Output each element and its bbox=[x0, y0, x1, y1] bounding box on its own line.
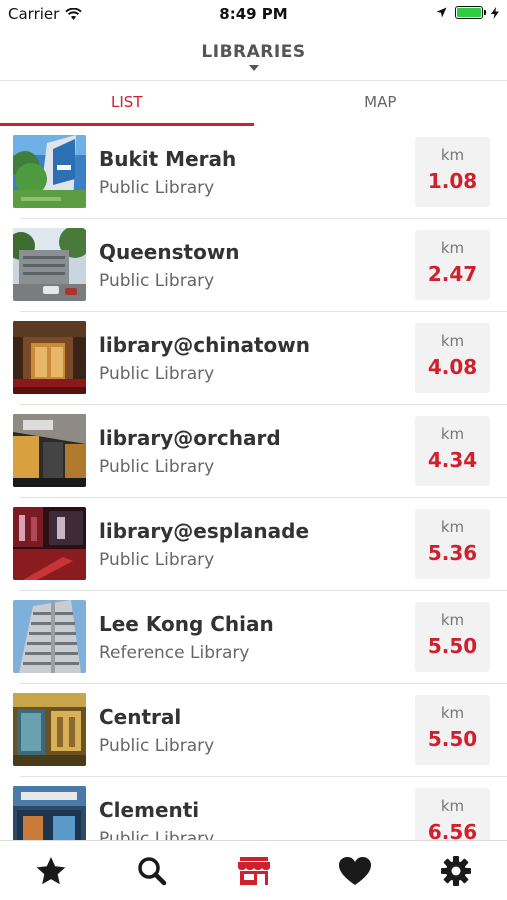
distance-unit: km bbox=[440, 611, 465, 629]
status-time: 8:49 PM bbox=[219, 5, 288, 23]
distance-badge: km 5.50 bbox=[415, 602, 490, 672]
location-arrow-icon bbox=[436, 7, 447, 18]
distance-unit: km bbox=[440, 332, 465, 350]
library-type: Public Library bbox=[99, 364, 215, 384]
distance-value: 6.56 bbox=[427, 820, 478, 840]
library-name: library@orchard bbox=[99, 426, 281, 450]
library-type: Public Library bbox=[99, 457, 215, 477]
distance-value: 5.36 bbox=[427, 541, 478, 565]
library-name: Queenstown bbox=[99, 240, 240, 264]
library-row-central[interactable]: Central Public Library km 5.50 bbox=[0, 684, 507, 777]
view-tabs: LIST MAP bbox=[0, 80, 507, 126]
page-title[interactable]: LIBRARIES bbox=[0, 42, 507, 62]
library-row-clementi[interactable]: Clementi Public Library km 6.56 bbox=[0, 777, 507, 840]
distance-unit: km bbox=[440, 239, 465, 257]
library-row-esplanade[interactable]: library@esplanade Public Library km 5.36 bbox=[0, 498, 507, 591]
search-icon[interactable] bbox=[136, 855, 168, 887]
library-row-queenstown[interactable]: Queenstown Public Library km 2.47 bbox=[0, 219, 507, 312]
distance-value: 4.08 bbox=[427, 355, 478, 379]
library-name: Central bbox=[99, 705, 182, 729]
library-thumbnail bbox=[13, 414, 86, 487]
library-list[interactable]: Bukit Merah Public Library km 1.08 Queen bbox=[0, 126, 507, 840]
status-right bbox=[436, 6, 499, 19]
distance-badge: km 5.36 bbox=[415, 509, 490, 579]
distance-badge: km 2.47 bbox=[415, 230, 490, 300]
distance-value: 5.50 bbox=[427, 727, 478, 751]
battery-icon bbox=[455, 6, 486, 19]
distance-unit: km bbox=[440, 518, 465, 536]
header[interactable]: LIBRARIES bbox=[0, 42, 507, 71]
library-row-orchard[interactable]: library@orchard Public Library km 4.34 bbox=[0, 405, 507, 498]
library-type: Public Library bbox=[99, 271, 215, 291]
library-name: library@chinatown bbox=[99, 333, 310, 357]
charging-bolt-icon bbox=[491, 6, 499, 19]
tab-settings[interactable] bbox=[406, 841, 507, 900]
distance-badge: km 6.56 bbox=[415, 788, 490, 840]
library-type: Public Library bbox=[99, 736, 215, 756]
library-thumbnail bbox=[13, 228, 86, 301]
library-name: Bukit Merah bbox=[99, 147, 237, 171]
distance-unit: km bbox=[440, 146, 465, 164]
library-type: Public Library bbox=[99, 829, 215, 840]
distance-unit: km bbox=[440, 704, 465, 722]
distance-badge: km 1.08 bbox=[415, 137, 490, 207]
library-row-bukit-merah[interactable]: Bukit Merah Public Library km 1.08 bbox=[0, 126, 507, 219]
library-type: Public Library bbox=[99, 550, 215, 570]
distance-badge: km 4.34 bbox=[415, 416, 490, 486]
status-bar: Carrier 8:49 PM bbox=[0, 0, 507, 28]
tab-libraries[interactable] bbox=[203, 841, 304, 900]
library-thumbnail bbox=[13, 135, 86, 208]
gear-icon[interactable] bbox=[440, 855, 472, 887]
battery-fill bbox=[457, 8, 481, 17]
library-name: library@esplanade bbox=[99, 519, 310, 543]
distance-unit: km bbox=[440, 425, 465, 443]
caret-down-icon[interactable] bbox=[248, 65, 259, 71]
tab-favorites-star[interactable] bbox=[0, 841, 101, 900]
library-type: Reference Library bbox=[99, 643, 250, 663]
distance-badge: km 4.08 bbox=[415, 323, 490, 393]
library-type: Public Library bbox=[99, 178, 215, 198]
library-thumbnail bbox=[13, 600, 86, 673]
bottom-tab-bar bbox=[0, 840, 507, 900]
distance-unit: km bbox=[440, 797, 465, 815]
distance-value: 4.34 bbox=[427, 448, 478, 472]
storefront-icon[interactable] bbox=[237, 855, 271, 887]
star-icon[interactable] bbox=[35, 855, 67, 887]
distance-badge: km 5.50 bbox=[415, 695, 490, 765]
distance-value: 2.47 bbox=[427, 262, 478, 286]
tab-list[interactable]: LIST bbox=[0, 81, 254, 126]
library-thumbnail bbox=[13, 321, 86, 394]
library-thumbnail bbox=[13, 693, 86, 766]
distance-value: 5.50 bbox=[427, 634, 478, 658]
library-row-chinatown[interactable]: library@chinatown Public Library km 4.08 bbox=[0, 312, 507, 405]
library-thumbnail bbox=[13, 507, 86, 580]
heart-icon[interactable] bbox=[338, 855, 372, 887]
tab-favorites-heart[interactable] bbox=[304, 841, 405, 900]
tab-map[interactable]: MAP bbox=[254, 81, 507, 126]
library-name: Lee Kong Chian bbox=[99, 612, 274, 636]
tab-search[interactable] bbox=[101, 841, 202, 900]
library-thumbnail bbox=[13, 786, 86, 840]
library-row-lee-kong-chian[interactable]: Lee Kong Chian Reference Library km 5.50 bbox=[0, 591, 507, 684]
distance-value: 1.08 bbox=[427, 169, 478, 193]
library-name: Clementi bbox=[99, 798, 200, 822]
